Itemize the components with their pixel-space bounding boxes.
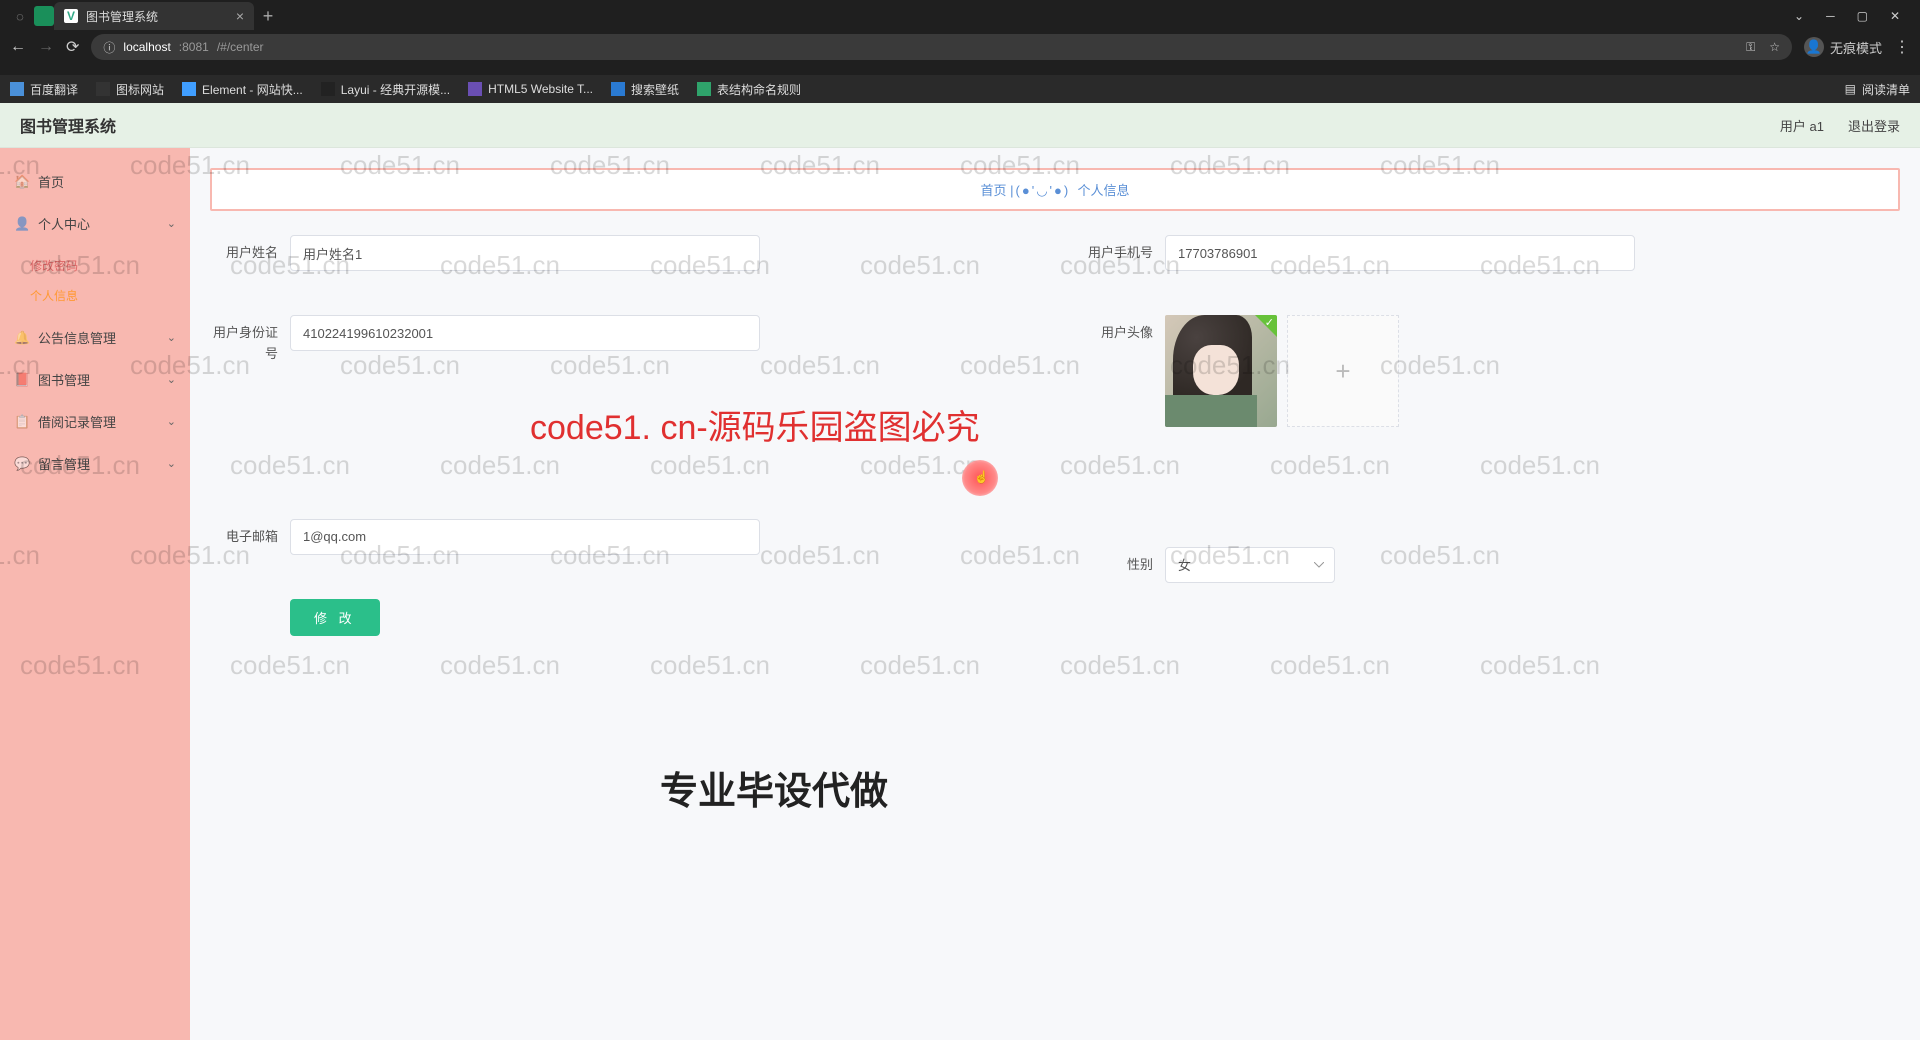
menu-icon[interactable]: ⋮ [1894, 37, 1910, 57]
chevron-down-icon: ⌄ [167, 415, 176, 428]
form-col-left: 用户姓名 用户身份证号 电子邮箱 修 改 [210, 235, 1025, 680]
bookmark-icon [10, 82, 24, 96]
app-root: 图书管理系统 用户 a1 退出登录 🏠 首页 👤 个人中心 ⌄ 修改密码 个人信… [0, 103, 1920, 1040]
bookmark-item[interactable]: 百度翻译 [10, 81, 78, 98]
tab-close-icon[interactable]: × [236, 8, 244, 24]
label-email: 电子邮箱 [210, 519, 290, 555]
breadcrumb: 首页 |(●'◡'●) 个人信息 [210, 168, 1900, 211]
favicon-icon: V [64, 9, 78, 23]
input-email[interactable] [290, 519, 760, 555]
avatar-upload-button[interactable]: + [1287, 315, 1399, 427]
logout-link[interactable]: 退出登录 [1848, 116, 1900, 135]
avatar-illustration [1165, 315, 1277, 427]
url-bar[interactable]: ⓘ localhost :8081 /#/center ⚿ ☆ [91, 34, 1792, 60]
bookmark-icon [182, 82, 196, 96]
bookmark-item[interactable]: Layui - 经典开源模... [321, 81, 450, 98]
label-phone: 用户手机号 [1085, 235, 1165, 271]
select-gender[interactable]: 女 [1165, 547, 1335, 583]
bookmark-bar: 百度翻译 图标网站 Element - 网站快... Layui - 经典开源模… [0, 75, 1920, 103]
book-icon: 📕 [14, 372, 28, 386]
tab-globe-icon: ◌ [6, 2, 34, 30]
tab-bar: ◌ V 图书管理系统 × + ⌄ ─ ▢ ✕ [0, 0, 1920, 32]
incognito-icon: 👤 [1804, 37, 1824, 57]
reload-icon[interactable]: ⟳ [66, 37, 79, 57]
label-gender: 性别 [1085, 547, 1165, 583]
input-username[interactable] [290, 235, 760, 271]
site-info-icon[interactable]: ⓘ [103, 39, 115, 56]
clipboard-icon: 📋 [14, 414, 28, 428]
maximize-icon[interactable]: ▢ [1857, 9, 1868, 23]
avatar-image[interactable] [1165, 315, 1277, 427]
chevron-down-icon[interactable]: ⌄ [1794, 9, 1804, 23]
forward-icon: → [38, 38, 54, 56]
sidebar-item-home[interactable]: 🏠 首页 [0, 160, 190, 202]
bookmark-item[interactable]: 表结构命名规则 [697, 81, 801, 98]
list-icon: ▤ [1845, 82, 1856, 96]
tab-app-icon [34, 6, 54, 26]
breadcrumb-home[interactable]: 首页 [981, 183, 1007, 198]
star-icon[interactable]: ☆ [1769, 40, 1780, 54]
breadcrumb-current: 个人信息 [1077, 183, 1129, 198]
label-username: 用户姓名 [210, 235, 290, 271]
incognito-label: 无痕模式 [1830, 38, 1882, 57]
window-controls: ⌄ ─ ▢ ✕ [1794, 9, 1914, 23]
key-icon[interactable]: ⚿ [1746, 40, 1755, 55]
label-avatar: 用户头像 [1085, 315, 1165, 427]
app-main: 🏠 首页 👤 个人中心 ⌄ 修改密码 个人信息 🔔 公告信息管理 ⌄ 📕 图书管… [0, 148, 1920, 1040]
url-host: localhost [123, 40, 170, 54]
header-user[interactable]: 用户 a1 [1780, 116, 1824, 135]
home-icon: 🏠 [14, 174, 28, 188]
chevron-down-icon: ⌄ [167, 217, 176, 230]
minimize-icon[interactable]: ─ [1826, 9, 1835, 23]
bookmark-item[interactable]: 搜索壁纸 [611, 81, 679, 98]
sidebar: 🏠 首页 👤 个人中心 ⌄ 修改密码 个人信息 🔔 公告信息管理 ⌄ 📕 图书管… [0, 148, 190, 1040]
content-area: 首页 |(●'◡'●) 个人信息 用户姓名 用户身份证号 电子 [190, 148, 1920, 1040]
bookmark-icon [321, 82, 335, 96]
label-idcard: 用户身份证号 [210, 315, 290, 365]
bookmark-item[interactable]: HTML5 Website T... [468, 82, 593, 96]
sidebar-item-books[interactable]: 📕 图书管理 ⌄ [0, 358, 190, 400]
browser-tab[interactable]: V 图书管理系统 × [54, 2, 254, 30]
input-idcard[interactable] [290, 315, 760, 351]
reading-list-button[interactable]: ▤ 阅读清单 [1845, 81, 1910, 98]
bookmark-icon [468, 82, 482, 96]
chevron-down-icon: ⌄ [167, 331, 176, 344]
new-tab-button[interactable]: + [254, 6, 282, 27]
bookmark-icon [96, 82, 110, 96]
sidebar-sub-password[interactable]: 修改密码 [30, 250, 190, 280]
tab-title: 图书管理系统 [86, 8, 228, 25]
chevron-down-icon: ⌄ [167, 457, 176, 470]
user-icon: 👤 [14, 216, 28, 230]
sidebar-item-borrow[interactable]: 📋 借阅记录管理 ⌄ [0, 400, 190, 442]
plus-icon: + [1335, 356, 1350, 387]
bookmark-item[interactable]: 图标网站 [96, 81, 164, 98]
browser-chrome: ◌ V 图书管理系统 × + ⌄ ─ ▢ ✕ ← → ⟳ ⓘ localhost… [0, 0, 1920, 75]
app-header: 图书管理系统 用户 a1 退出登录 [0, 103, 1920, 148]
sidebar-item-notice[interactable]: 🔔 公告信息管理 ⌄ [0, 316, 190, 358]
bookmark-icon [697, 82, 711, 96]
bookmark-icon [611, 82, 625, 96]
incognito-indicator[interactable]: 👤 无痕模式 [1804, 37, 1882, 57]
app-logo: 图书管理系统 [20, 113, 116, 137]
back-icon[interactable]: ← [10, 38, 26, 56]
submit-button[interactable]: 修 改 [290, 599, 380, 636]
bookmark-item[interactable]: Element - 网站快... [182, 81, 303, 98]
close-window-icon[interactable]: ✕ [1890, 9, 1900, 23]
input-phone[interactable] [1165, 235, 1635, 271]
sidebar-item-comment[interactable]: 💬 留言管理 ⌄ [0, 442, 190, 484]
chevron-down-icon: ⌄ [167, 373, 176, 386]
chat-icon: 💬 [14, 456, 28, 470]
sidebar-item-personal[interactable]: 👤 个人中心 ⌄ [0, 202, 190, 244]
sidebar-sub-info[interactable]: 个人信息 [30, 280, 190, 310]
form-area: 用户姓名 用户身份证号 电子邮箱 修 改 [210, 235, 1900, 680]
bell-icon: 🔔 [14, 330, 28, 344]
address-bar-row: ← → ⟳ ⓘ localhost :8081 /#/center ⚿ ☆ 👤 无痕… [0, 32, 1920, 62]
form-col-right: 用户手机号 用户头像 [1085, 235, 1900, 680]
url-port: :8081 [179, 40, 209, 54]
sidebar-submenu: 修改密码 个人信息 [0, 244, 190, 316]
url-path: /#/center [217, 40, 264, 54]
breadcrumb-face: |(●'◡'●) [1010, 183, 1070, 198]
